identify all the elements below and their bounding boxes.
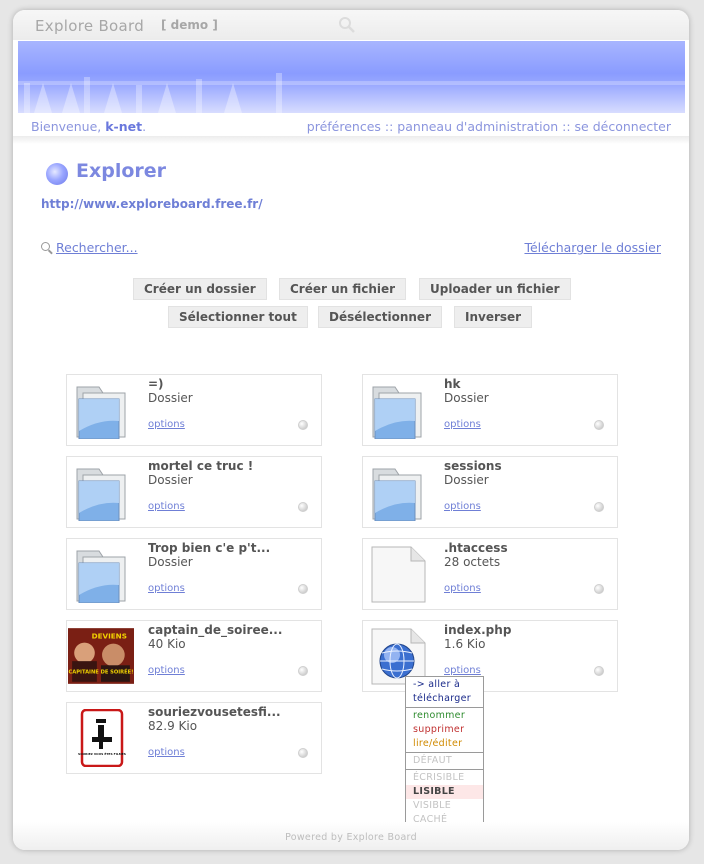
photo-thumbnail: DEVIENS CAPITAINE DE SOIRÉE!	[68, 628, 134, 684]
options-link[interactable]: options	[148, 665, 185, 676]
options-link[interactable]: options	[444, 665, 481, 676]
menu-item-readable[interactable]: LISIBLE	[406, 785, 483, 799]
search-icon[interactable]	[338, 16, 356, 34]
select-radio[interactable]	[298, 420, 308, 430]
file-name[interactable]: sessions	[444, 459, 502, 473]
orb-icon	[46, 163, 68, 185]
file-item[interactable]: mortel ce truc ! Dossier options	[66, 456, 322, 528]
file-meta: Dossier	[148, 555, 193, 569]
menu-item-download[interactable]: télécharger	[406, 692, 483, 706]
options-link[interactable]: options	[148, 747, 185, 758]
welcome-text: Bienvenue, k-net.	[31, 119, 147, 134]
search-link[interactable]: Rechercher...	[56, 240, 138, 255]
file-name[interactable]: souriezvousetesfi...	[148, 705, 281, 719]
file-name[interactable]: =)	[148, 377, 164, 391]
select-radio[interactable]	[594, 584, 604, 594]
upload-file-button[interactable]: Uploader un fichier	[419, 278, 571, 300]
file-icon	[371, 546, 426, 603]
logout-link[interactable]: se déconnecter	[575, 119, 671, 134]
select-radio[interactable]	[298, 502, 308, 512]
folder-icon	[372, 386, 422, 439]
file-item[interactable]: hk Dossier options	[362, 374, 618, 446]
thumb-caption-bottom: CAPITAINE DE SOIRÉE!	[69, 668, 134, 676]
file-name[interactable]: index.php	[444, 623, 511, 637]
site-url-link[interactable]: http://www.exploreboard.free.fr/	[41, 197, 263, 211]
create-file-button[interactable]: Créer un fichier	[279, 278, 407, 300]
select-radio[interactable]	[594, 666, 604, 676]
divider	[13, 136, 689, 144]
download-folder-link[interactable]: Télécharger le dossier	[524, 240, 661, 255]
select-radio[interactable]	[298, 748, 308, 758]
file-name[interactable]: hk	[444, 377, 461, 391]
file-name[interactable]: mortel ce truc !	[148, 459, 253, 473]
file-item[interactable]: =) Dossier options	[66, 374, 322, 446]
file-meta: Dossier	[148, 473, 193, 487]
file-meta: 40 Kio	[148, 637, 186, 651]
file-item[interactable]: index.php 1.6 Kio options	[362, 620, 618, 692]
user-bar: Bienvenue, k-net. préférences :: panneau…	[13, 115, 689, 137]
select-radio[interactable]	[594, 420, 604, 430]
folder-icon	[372, 468, 422, 521]
invert-selection-button[interactable]: Inverser	[454, 306, 533, 328]
header-banner	[18, 41, 685, 113]
search-icon	[41, 242, 50, 251]
file-meta: 28 octets	[444, 555, 501, 569]
file-item[interactable]: SOURIEZ VOUS ÊTES FILMÉS souriezvousetes…	[66, 702, 322, 774]
top-bar: Explore Board [ demo ]	[13, 10, 689, 40]
select-radio[interactable]	[298, 584, 308, 594]
menu-item-visible[interactable]: VISIBLE	[406, 799, 483, 813]
select-all-button[interactable]: Sélectionner tout	[168, 306, 308, 328]
select-radio[interactable]	[594, 502, 604, 512]
menu-item-rename[interactable]: renommer	[406, 709, 483, 723]
file-meta: 1.6 Kio	[444, 637, 486, 651]
page-title: Explorer	[76, 160, 167, 182]
menu-item-go-to[interactable]: -> aller à	[406, 678, 483, 692]
menu-item-edit[interactable]: lire/éditer	[406, 737, 483, 751]
footer: Powered by Explore Board	[13, 822, 689, 850]
options-link[interactable]: options	[148, 419, 185, 430]
folder-icon	[76, 468, 126, 521]
file-context-menu: -> aller à télécharger renommer supprime…	[405, 676, 484, 829]
menu-item-delete[interactable]: supprimer	[406, 723, 483, 737]
app-window: Explore Board [ demo ] Bienvenue, k-net.…	[13, 10, 689, 850]
logo-caption: SOURIEZ VOUS ÊTES FILMÉS	[78, 751, 126, 756]
preferences-link[interactable]: préférences	[307, 119, 381, 134]
username[interactable]: k-net	[105, 119, 142, 134]
options-link[interactable]: options	[444, 419, 481, 430]
folder-icon	[76, 386, 126, 439]
file-item[interactable]: DEVIENS CAPITAINE DE SOIRÉE! captain_de_…	[66, 620, 322, 692]
folder-icon	[76, 550, 126, 603]
options-link[interactable]: options	[444, 501, 481, 512]
logo-thumbnail: SOURIEZ VOUS ÊTES FILMÉS	[78, 709, 126, 767]
file-meta: Dossier	[148, 391, 193, 405]
file-name[interactable]: .htaccess	[444, 541, 508, 555]
admin-panel-link[interactable]: panneau d'administration	[397, 119, 558, 134]
deselect-button[interactable]: Désélectionner	[318, 306, 442, 328]
file-item[interactable]: .htaccess 28 octets options	[362, 538, 618, 610]
create-folder-button[interactable]: Créer un dossier	[133, 278, 267, 300]
options-link[interactable]: options	[148, 583, 185, 594]
menu-item-writable[interactable]: ÉCRISIBLE	[406, 771, 483, 785]
menu-item-default[interactable]: DÉFAUT	[406, 754, 483, 768]
thumb-caption-top: DEVIENS	[92, 631, 127, 640]
user-nav: préférences :: panneau d'administration …	[306, 119, 671, 134]
select-radio[interactable]	[298, 666, 308, 676]
search-row: Rechercher...	[41, 240, 138, 255]
options-link[interactable]: options	[148, 501, 185, 512]
file-name[interactable]: Trop bien c'e p't...	[148, 541, 270, 555]
file-item[interactable]: Trop bien c'e p't... Dossier options	[66, 538, 322, 610]
file-meta: 82.9 Kio	[148, 719, 198, 733]
file-meta: Dossier	[444, 391, 489, 405]
footer-text: Powered by Explore Board	[285, 832, 417, 843]
app-title: Explore Board	[35, 17, 145, 35]
file-name[interactable]: captain_de_soiree...	[148, 623, 282, 637]
file-meta: Dossier	[444, 473, 489, 487]
app-tag: [ demo ]	[161, 18, 218, 32]
file-item[interactable]: sessions Dossier options	[362, 456, 618, 528]
options-link[interactable]: options	[444, 583, 481, 594]
